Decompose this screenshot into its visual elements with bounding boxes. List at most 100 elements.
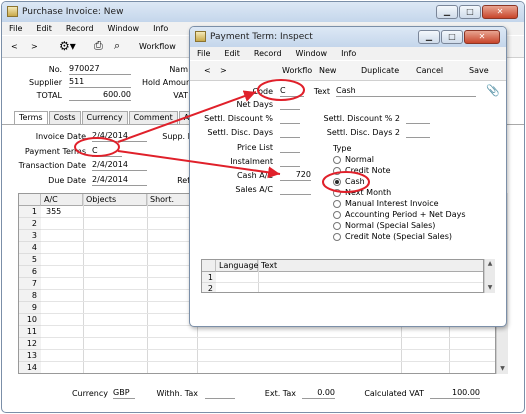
grid-row-number: 2 xyxy=(202,283,216,292)
dialog-titlebar[interactable]: Payment Term: Inspect ▁ □ ✕ xyxy=(190,27,506,47)
type-radio-accounting-period[interactable] xyxy=(333,211,341,219)
payment-terms-field[interactable]: C xyxy=(92,146,122,157)
tab-terms[interactable]: Terms xyxy=(14,111,48,124)
currency-field[interactable]: GBP xyxy=(113,388,135,399)
main-menu-record[interactable]: Record xyxy=(59,22,101,35)
dialog-menu-file[interactable]: File xyxy=(190,47,217,60)
dialog-grid-header-text[interactable]: Text xyxy=(258,260,483,272)
table-row[interactable] xyxy=(216,272,483,283)
dialog-next-button[interactable]: > xyxy=(220,64,227,78)
code-label: Code xyxy=(252,87,273,96)
dialog-menu-record[interactable]: Record xyxy=(247,47,289,60)
grid-row-number: 10 xyxy=(19,314,41,326)
main-menu-edit[interactable]: Edit xyxy=(29,22,59,35)
type-radio-next-month[interactable] xyxy=(333,189,341,197)
dialog-grid-header-language[interactable]: Language xyxy=(216,260,258,272)
dialog-minimize-button[interactable]: ▁ xyxy=(418,30,440,44)
minimize-icon: ▁ xyxy=(425,32,433,41)
grid-header-ac[interactable]: A/C xyxy=(41,194,83,206)
type-option-label: Accounting Period + Net Days xyxy=(345,210,466,219)
settl-discount-field[interactable] xyxy=(280,113,300,124)
transaction-date-field[interactable]: 2/4/2014 xyxy=(92,160,147,171)
dialog-cancel-button[interactable]: Cancel xyxy=(416,64,443,78)
table-row[interactable] xyxy=(216,283,483,292)
grid-row-number: 4 xyxy=(19,242,41,254)
main-menu-window[interactable]: Window xyxy=(101,22,147,35)
no-field[interactable]: 970027 xyxy=(69,64,131,75)
table-row[interactable] xyxy=(41,338,495,350)
type-option-label: Credit Note xyxy=(345,166,391,175)
dialog-new-button[interactable]: New xyxy=(319,64,336,78)
grid-row-number: 13 xyxy=(19,350,41,362)
main-menu-file[interactable]: File xyxy=(2,22,29,35)
app-icon xyxy=(195,31,206,42)
main-minimize-button[interactable]: ▁ xyxy=(436,5,458,19)
hold-amount-label: Hold Amoun xyxy=(142,78,192,87)
table-row[interactable] xyxy=(41,362,495,373)
print-preview-icon[interactable]: ⌕ xyxy=(114,39,120,53)
total-label: TOTAL xyxy=(36,91,62,100)
main-close-button[interactable]: ✕ xyxy=(482,5,518,19)
dialog-grid-header-rownum xyxy=(202,260,216,272)
cash-ac-field[interactable]: 720 xyxy=(280,170,311,181)
calculated-vat-label: Calculated VAT xyxy=(364,389,424,398)
withh-tax-label: Withh. Tax xyxy=(156,389,198,398)
net-days-field[interactable] xyxy=(280,99,300,110)
dialog-workflow-button[interactable]: Workflo xyxy=(282,64,312,78)
settl-discount-label: Settl. Discount % xyxy=(204,114,273,123)
type-radio-credit-note-special[interactable] xyxy=(333,233,341,241)
settl-days-label: Settl. Disc. Days xyxy=(207,128,273,137)
dialog-menu-edit[interactable]: Edit xyxy=(217,47,247,60)
invoice-date-label: Invoice Date xyxy=(35,132,86,141)
main-workflow-button[interactable]: Workflow xyxy=(139,40,176,54)
main-menu-info[interactable]: Info xyxy=(146,22,175,35)
type-radio-normal[interactable] xyxy=(333,156,341,164)
app-icon xyxy=(7,6,18,17)
dialog-save-button[interactable]: Save xyxy=(469,64,489,78)
type-radio-credit-note[interactable] xyxy=(333,167,341,175)
scroll-down-icon[interactable]: ▼ xyxy=(485,283,495,293)
scroll-up-icon[interactable]: ▲ xyxy=(485,259,495,269)
dialog-duplicate-button[interactable]: Duplicate xyxy=(361,64,399,78)
grid-row-number: 6 xyxy=(19,266,41,278)
settl-days-2-field[interactable] xyxy=(406,127,430,138)
paperclip-icon[interactable]: 📎 xyxy=(486,84,500,97)
type-radio-normal-special[interactable] xyxy=(333,222,341,230)
dialog-close-button[interactable]: ✕ xyxy=(464,30,500,44)
settl-discount-2-field[interactable] xyxy=(406,113,430,124)
settl-days-field[interactable] xyxy=(280,127,300,138)
grid-cell-ac[interactable]: 355 xyxy=(46,206,61,218)
dialog-menu-window[interactable]: Window xyxy=(289,47,335,60)
due-date-label: Due Date xyxy=(48,176,86,185)
invoice-date-field[interactable]: 2/4/2014 xyxy=(92,131,147,142)
tab-comment[interactable]: Comment xyxy=(128,111,178,124)
grid-row-number: 2 xyxy=(19,218,41,230)
type-radio-manual-interest[interactable] xyxy=(333,200,341,208)
main-prev-button[interactable]: < xyxy=(11,40,18,54)
dialog-grid-scrollbar[interactable]: ▲ ▼ xyxy=(484,259,495,293)
code-field[interactable]: C xyxy=(280,86,304,97)
main-titlebar[interactable]: Purchase Invoice: New ▁ □ ✕ xyxy=(2,2,524,22)
main-next-button[interactable]: > xyxy=(31,40,38,54)
dialog-maximize-button[interactable]: □ xyxy=(441,30,463,44)
due-date-field[interactable]: 2/4/2014 xyxy=(92,175,147,186)
supplier-field[interactable]: 511 xyxy=(69,77,131,88)
payment-term-window: Payment Term: Inspect ▁ □ ✕ File Edit Re… xyxy=(189,26,507,327)
sales-ac-field[interactable] xyxy=(280,184,311,195)
type-radio-cash[interactable] xyxy=(333,178,341,186)
name-label: Nam xyxy=(169,65,188,74)
price-list-field[interactable] xyxy=(280,142,300,153)
grid-header-objects[interactable]: Objects xyxy=(83,194,147,206)
table-row[interactable] xyxy=(41,350,495,362)
dialog-menu-info[interactable]: Info xyxy=(334,47,363,60)
text-field[interactable]: Cash xyxy=(336,86,476,97)
tab-currency[interactable]: Currency xyxy=(81,111,128,124)
instalment-field[interactable] xyxy=(280,156,300,167)
main-maximize-button[interactable]: □ xyxy=(459,5,481,19)
gear-icon[interactable]: ⚙▾ xyxy=(59,39,76,53)
print-icon[interactable]: ⎙ xyxy=(94,39,103,53)
dialog-prev-button[interactable]: < xyxy=(204,64,211,78)
table-row[interactable] xyxy=(41,326,495,338)
tab-costs[interactable]: Costs xyxy=(48,111,81,124)
scroll-down-icon[interactable]: ▼ xyxy=(497,364,508,374)
